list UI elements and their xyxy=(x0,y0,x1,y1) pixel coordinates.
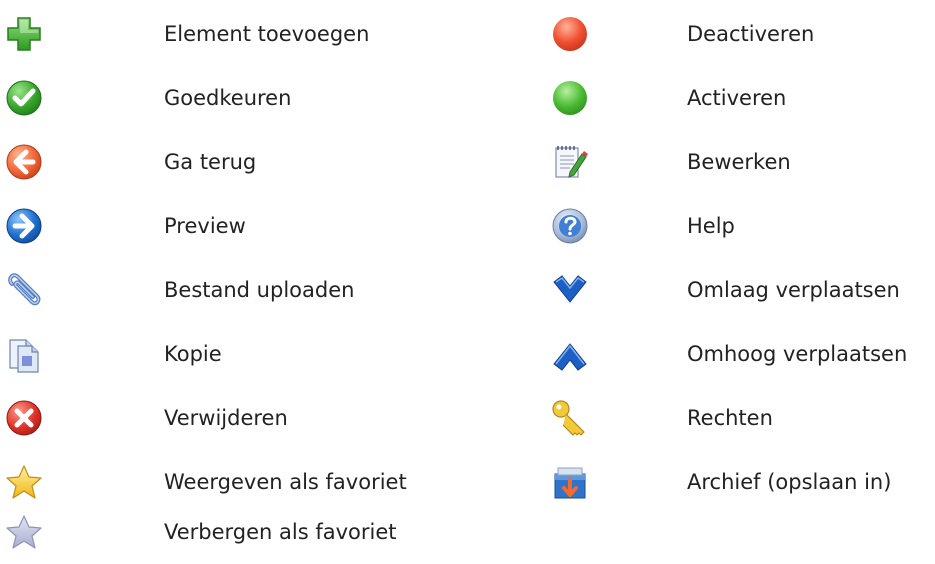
legend-label: Bewerken xyxy=(687,150,791,174)
star-gold-icon xyxy=(4,462,44,502)
legend-label: Omhoog verplaatsen xyxy=(687,342,908,366)
legend-label: Weergeven als favoriet xyxy=(164,470,407,494)
icon-legend: Element toevoegen Goedkeuren Ga terug Pr… xyxy=(0,0,935,564)
legend-item-copy: Kopie xyxy=(0,322,520,386)
legend-label: Archief (opslaan in) xyxy=(687,470,892,494)
legend-label: Help xyxy=(687,214,735,238)
legend-item-add: Element toevoegen xyxy=(0,2,520,66)
legend-item-back: Ga terug xyxy=(0,130,520,194)
key-icon xyxy=(550,398,590,438)
star-grey-icon xyxy=(4,512,44,552)
legend-item-favorite-hide: Verbergen als favoriet xyxy=(0,500,520,564)
legend-item-delete: Verwijderen xyxy=(0,386,520,450)
legend-item-permissions: Rechten xyxy=(520,386,935,450)
green-dot-icon xyxy=(550,78,590,118)
legend-label: Deactiveren xyxy=(687,22,815,46)
legend-item-edit: Bewerken xyxy=(520,130,935,194)
legend-label: Bestand uploaden xyxy=(164,278,355,302)
copy-icon xyxy=(4,334,44,374)
legend-label: Ga terug xyxy=(164,150,257,174)
paperclip-icon xyxy=(4,270,44,310)
add-plus-icon xyxy=(4,14,44,54)
archive-box-icon xyxy=(550,462,590,502)
legend-label: Rechten xyxy=(687,406,773,430)
legend-item-upload: Bestand uploaden xyxy=(0,258,520,322)
legend-item-move-down: Omlaag verplaatsen xyxy=(520,258,935,322)
legend-item-move-up: Omhoog verplaatsen xyxy=(520,322,935,386)
legend-item-preview: Preview xyxy=(0,194,520,258)
legend-label: Verbergen als favoriet xyxy=(164,520,397,544)
legend-item-approve: Goedkeuren xyxy=(0,66,520,130)
legend-item-deactivate: Deactiveren xyxy=(520,2,935,66)
legend-label: Activeren xyxy=(687,86,787,110)
delete-x-icon xyxy=(4,398,44,438)
legend-item-activate: Activeren xyxy=(520,66,935,130)
back-arrow-icon xyxy=(4,142,44,182)
red-dot-icon xyxy=(550,14,590,54)
legend-label: Preview xyxy=(164,214,246,238)
help-question-icon xyxy=(550,206,590,246)
legend-item-archive: Archief (opslaan in) xyxy=(520,450,935,514)
preview-arrow-icon xyxy=(4,206,44,246)
legend-label: Element toevoegen xyxy=(164,22,370,46)
legend-item-help: Help xyxy=(520,194,935,258)
chevron-up-icon xyxy=(550,334,590,374)
legend-label: Omlaag verplaatsen xyxy=(687,278,900,302)
edit-notepad-icon xyxy=(550,142,590,182)
legend-label: Goedkeuren xyxy=(164,86,292,110)
legend-label: Kopie xyxy=(164,342,222,366)
chevron-down-icon xyxy=(550,270,590,310)
legend-label: Verwijderen xyxy=(164,406,288,430)
approve-check-icon xyxy=(4,78,44,118)
